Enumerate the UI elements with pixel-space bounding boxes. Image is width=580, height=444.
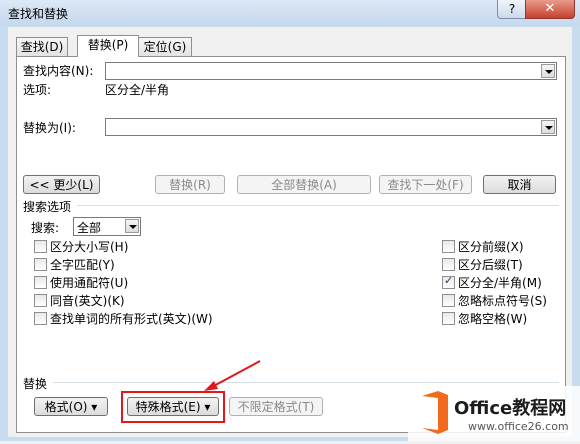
match-width-label: 区分全/半角(M) (458, 276, 542, 290)
tab-replace[interactable]: 替换(P) (77, 35, 139, 57)
search-options-heading: 搜索选项 (23, 200, 72, 214)
title-bar: 查找和替换 ? ✕ (0, 0, 580, 26)
find-label: 查找内容(N): (23, 64, 94, 78)
tab-find[interactable]: 查找(D) (16, 37, 68, 56)
wildcards-checkbox[interactable] (34, 276, 47, 289)
less-button[interactable]: << 更少(L) (23, 175, 100, 194)
options-label: 选项: (23, 83, 52, 97)
help-button[interactable]: ? (497, 0, 527, 19)
replace-section-heading: 替换 (23, 377, 48, 391)
annotation-arrow-icon (204, 360, 261, 391)
match-case-label: 区分大小写(H) (50, 240, 129, 254)
no-formatting-button[interactable]: 不限定格式(T) (229, 397, 323, 416)
whole-word-label: 全字匹配(Y) (50, 258, 115, 272)
tab-goto[interactable]: 定位(G) (138, 37, 192, 56)
watermark-logo: Office教程网 www.office26.com (408, 386, 580, 441)
match-prefix-label: 区分前缀(X) (458, 240, 524, 254)
close-button[interactable]: ✕ (525, 0, 575, 19)
replace-dropdown-icon[interactable] (541, 120, 555, 134)
watermark-brand: Office教程网 (454, 398, 567, 419)
cancel-button[interactable]: 取消 (483, 175, 556, 194)
options-value: 区分全/半角 (105, 83, 170, 97)
match-suffix-label: 区分后缀(T) (458, 258, 523, 272)
match-case-checkbox[interactable] (34, 240, 47, 253)
match-suffix-checkbox[interactable] (442, 258, 455, 271)
replace-button[interactable]: 替换(R) (155, 175, 225, 194)
ignore-punctuation-checkbox[interactable] (442, 294, 455, 307)
replace-all-button[interactable]: 全部替换(A) (237, 175, 371, 194)
find-dropdown-icon[interactable] (541, 64, 555, 78)
sounds-like-label: 同音(英文)(K) (50, 294, 125, 308)
replace-panel: 查找内容(N): 选项: 区分全/半角 替换为(I): << 更少(L) 替换(… (16, 56, 566, 433)
match-prefix-checkbox[interactable] (442, 240, 455, 253)
watermark-url: www.office26.com (468, 420, 569, 433)
search-scope-select[interactable]: 全部 (73, 217, 141, 236)
all-word-forms-label: 查找单词的所有形式(英文)(W) (50, 312, 213, 326)
whole-word-checkbox[interactable] (34, 258, 47, 271)
all-word-forms-checkbox[interactable] (34, 312, 47, 325)
ignore-punctuation-label: 忽略标点符号(S) (458, 294, 547, 308)
find-replace-dialog: 查找和替换 ? ✕ 查找(D) 替换(P) 定位(G) 查找内容(N): 选项:… (0, 0, 580, 441)
find-next-button[interactable]: 查找下一处(F) (379, 175, 472, 194)
search-scope-label: 搜索: (31, 221, 60, 235)
wildcards-label: 使用通配符(U) (50, 276, 129, 290)
dialog-body: 查找(D) 替换(P) 定位(G) 查找内容(N): 选项: 区分全/半角 替换… (8, 27, 572, 437)
format-button[interactable]: 格式(O) ▾ (34, 397, 108, 416)
window-title: 查找和替换 (8, 7, 69, 21)
search-scope-dropdown-icon[interactable] (125, 219, 139, 233)
sounds-like-checkbox[interactable] (34, 294, 47, 307)
replace-input[interactable] (105, 118, 557, 136)
replace-section-divider (53, 382, 559, 383)
ignore-spaces-label: 忽略空格(W) (458, 312, 528, 326)
ignore-spaces-checkbox[interactable] (442, 312, 455, 325)
match-width-checkbox[interactable] (442, 274, 455, 289)
search-scope-value: 全部 (77, 221, 102, 235)
find-input[interactable] (105, 62, 557, 80)
search-options-divider (77, 205, 559, 206)
replace-label: 替换为(I): (23, 121, 76, 135)
